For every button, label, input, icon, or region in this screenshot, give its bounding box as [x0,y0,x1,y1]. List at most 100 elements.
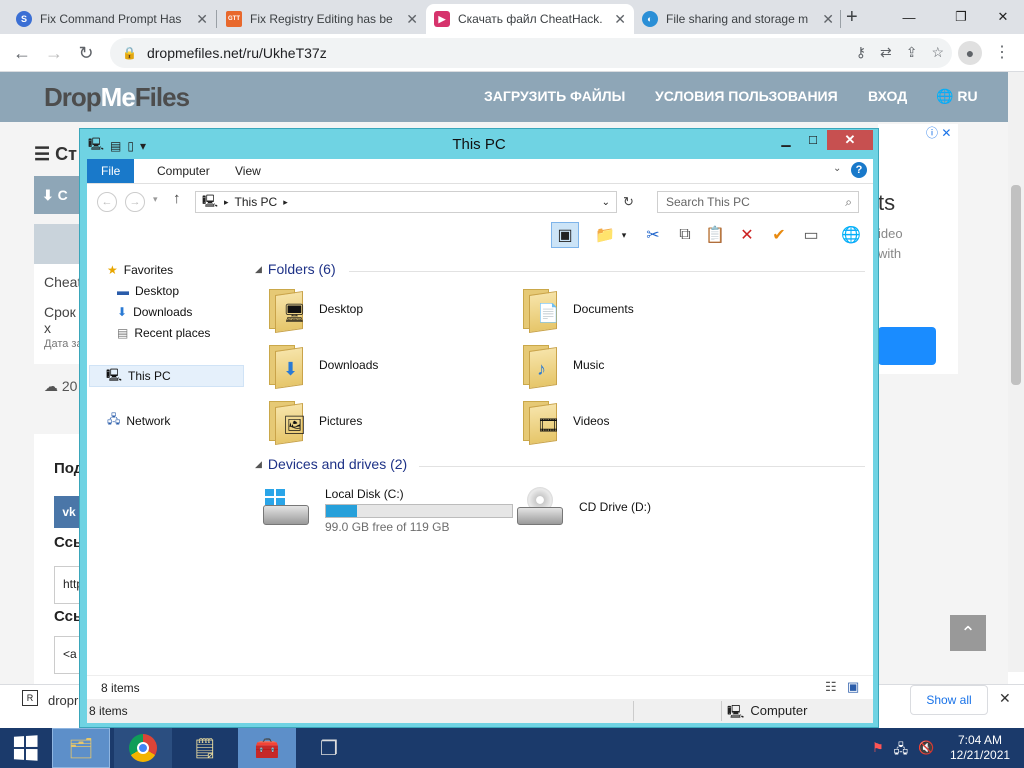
options-dropdown-icon[interactable]: ▾ [617,222,631,248]
download-button[interactable]: ⬇ С [34,176,84,214]
profile-avatar-icon[interactable]: ● [958,41,982,65]
reload-icon[interactable]: ↻ [72,39,100,67]
nav-terms[interactable]: УСЛОВИЯ ПОЛЬЗОВАНИЯ [655,88,838,104]
forward-arrow-icon[interactable]: → [40,39,68,67]
ribbon-tab-computer[interactable]: Computer [143,159,224,183]
folder-desktop[interactable]: 🖥 Desktop [267,287,363,333]
folder-options-icon[interactable]: 📁 [591,222,619,248]
close-tab-icon[interactable]: ✕ [614,11,626,28]
site-logo[interactable]: DropMeFiles [44,82,190,113]
close-browser-icon[interactable]: ✕ [980,0,1024,34]
download-file-icon[interactable]: R [22,690,38,706]
ribbon-tab-file[interactable]: File [87,159,135,183]
cut-icon[interactable]: ✂ [639,222,667,248]
copy-icon[interactable]: ⧉ [671,222,699,248]
drive-cd-d[interactable]: CD Drive (D:) [517,487,651,527]
close-tab-icon[interactable]: ✕ [196,11,208,28]
nav-favorites[interactable]: ★ Favorites [107,263,173,277]
address-dropdown-icon[interactable]: ⌄ [602,197,610,208]
devices-group-header[interactable]: ◢ Devices and drives (2) [255,456,407,472]
favorites-star-icon: ★ [107,263,118,277]
restore-browser-icon[interactable]: ❐ [938,0,984,34]
folder-music[interactable]: ♪ Music [521,343,604,389]
url-text: dropmefiles.net/ru/UkheT37z [146,45,327,61]
address-bar[interactable]: 🔒 dropmefiles.net/ru/UkheT37z ⚷ ⇄ ⇪ ☆ [110,38,952,68]
nav-desktop[interactable]: ▬ Desktop [117,284,179,298]
share-icon[interactable]: ⇪ [906,44,918,61]
details-view-icon[interactable]: ☷ [825,679,837,695]
nav-language[interactable]: 🌐 RU [936,88,978,105]
breadcrumb-this-pc[interactable]: This PC [235,195,278,209]
up-arrow-icon[interactable]: ↑ [173,190,181,207]
refresh-icon[interactable]: ↻ [623,194,634,210]
explorer-close-icon[interactable]: ✕ [827,130,873,150]
toolbox-taskbar-icon[interactable]: 🧰 [238,728,296,768]
close-tab-icon[interactable]: ✕ [822,11,834,28]
close-download-bar-icon[interactable]: ✕ [999,690,1011,707]
scroll-to-top-button[interactable]: ⌃ [950,615,986,651]
nav-network[interactable]: 🖧 Network [107,410,170,431]
start-windows-icon[interactable] [0,728,50,768]
translate-icon[interactable]: ⇄ [880,44,892,61]
explorer-titlebar[interactable]: 🖳 ▤ ▯ ▾ This PC ▁ ☐ ✕ [80,129,878,159]
folder-documents[interactable]: 📄 Documents [521,287,634,333]
preview-pane-icon[interactable]: ▣ [551,222,579,248]
search-this-pc-input[interactable]: Search This PC ⌕ [657,191,859,213]
breadcrumb-chevron-icon[interactable]: ▸ [283,197,288,208]
rename-check-icon[interactable]: ✔ [765,222,793,248]
help-icon[interactable]: ? [851,162,867,178]
action-center-flag-icon[interactable]: ⚑ [872,740,884,762]
nav-recent-places[interactable]: ▤ Recent places [117,326,210,340]
nav-this-pc[interactable]: 🖳 This PC [89,365,244,387]
ribbon-tab-view[interactable]: View [221,159,275,183]
nav-upload-files[interactable]: ЗАГРУЗИТЬ ФАЙЛЫ [484,88,625,104]
nav-login[interactable]: ВХОД [868,88,907,104]
drive-local-disk-c[interactable]: Local Disk (C:) 99.0 GB free of 119 GB [263,487,513,534]
bookmark-star-icon[interactable]: ☆ [931,44,944,61]
minimize-browser-icon[interactable]: — [886,0,932,34]
delete-icon[interactable]: ✕ [733,222,761,248]
close-tab-icon[interactable]: ✕ [406,11,418,28]
expand-ribbon-icon[interactable]: ⌄ [833,163,841,174]
search-icon[interactable]: ⌕ [845,195,852,210]
browser-menu-icon[interactable]: ⋮ [994,42,1010,62]
folder-downloads[interactable]: ⬇ Downloads [267,343,378,389]
explorer-forward-icon[interactable]: → [125,192,145,212]
file-explorer-taskbar-icon[interactable]: 🗂 [52,728,110,768]
taskbar-clock[interactable]: 7:04 AM 12/21/2021 [950,733,1010,763]
browser-tab-3-active[interactable]: ▶ Скачать файл CheatHack. ✕ [426,4,634,34]
notepad-taskbar-icon[interactable]: 🗒 [176,728,234,768]
properties-icon[interactable]: ▭ [797,222,825,248]
breadcrumb-chevron-icon[interactable]: ▸ [224,197,229,208]
recent-locations-icon[interactable]: ▾ [153,194,158,205]
back-arrow-icon[interactable]: ← [8,39,36,67]
explorer-maximize-icon[interactable]: ☐ [800,130,826,150]
nav-downloads[interactable]: ⬇ Downloads [117,305,192,319]
show-all-button[interactable]: Show all [910,685,988,715]
key-icon[interactable]: ⚷ [856,44,866,61]
task-view-taskbar-icon[interactable]: ❐ [300,728,358,768]
network-globe-icon[interactable]: 🌐 [837,222,865,248]
chrome-taskbar-icon[interactable] [114,728,172,768]
ad-button[interactable] [878,327,936,365]
large-icons-view-icon[interactable]: ▣ [847,679,859,695]
folder-videos[interactable]: 🎞 Videos [521,399,609,445]
ad-info-close-icons[interactable]: ⓘ ✕ [926,124,951,141]
explorer-address-box[interactable]: 🖳 ▸ This PC ▸ ⌄ [195,191,617,213]
downloads-folder-icon: ⬇ [267,343,305,389]
paste-icon[interactable]: 📋 [701,222,729,248]
folder-pictures[interactable]: 🖼 Pictures [267,399,362,445]
browser-tab-1[interactable]: S Fix Command Prompt Has ✕ [8,4,216,34]
network-icon: 🖧 [107,412,121,426]
new-tab-plus-icon[interactable]: + [846,6,858,29]
scrollbar-thumb[interactable] [1011,185,1021,385]
explorer-minimize-icon[interactable]: ▁ [773,130,799,150]
folders-group-header[interactable]: ◢ Folders (6) [255,261,336,277]
network-status-icon[interactable]: 🖧 [894,740,909,762]
file-name-fragment: Cheat [44,274,82,290]
explorer-back-icon[interactable]: ← [97,192,117,212]
browser-tab-2[interactable]: GTT Fix Registry Editing has be ✕ [218,4,426,34]
volume-muted-icon[interactable]: 🔇 [918,740,934,762]
browser-tab-4[interactable]: ◐ File sharing and storage m ✕ [634,4,842,34]
download-file-name[interactable]: dropr [48,693,78,708]
